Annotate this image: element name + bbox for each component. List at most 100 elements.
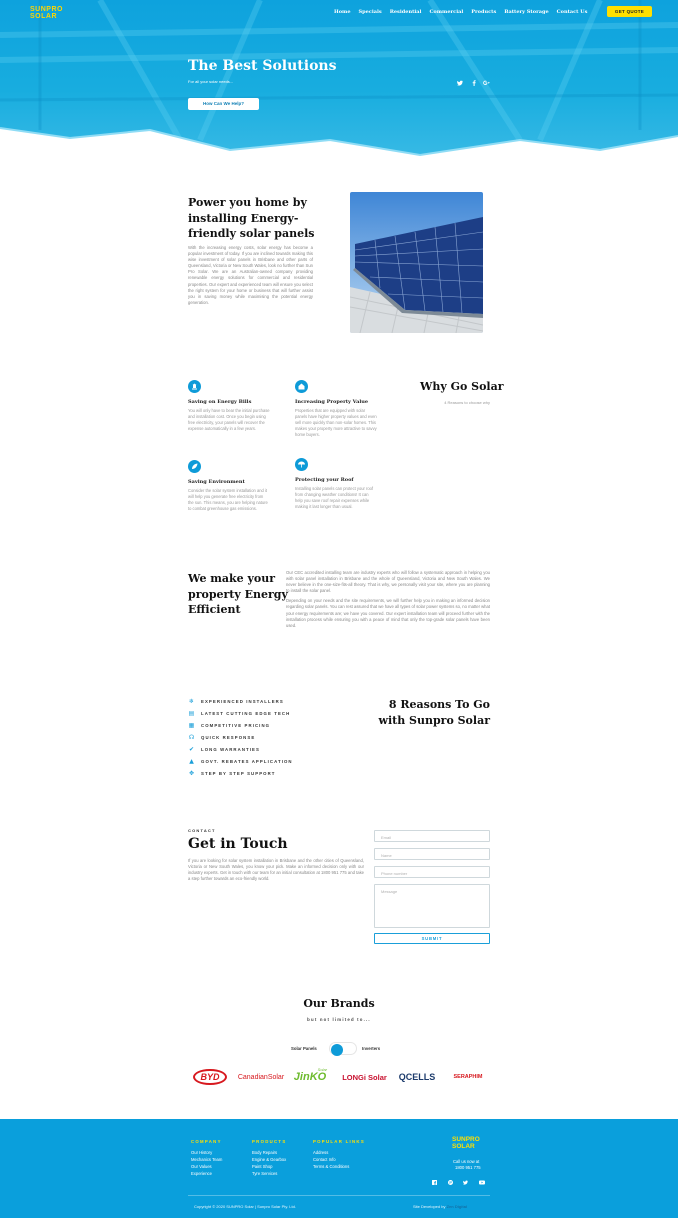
home-icon: [295, 380, 308, 393]
brands-title: Our Brands: [303, 997, 375, 1010]
footer-link[interactable]: Tyre Services: [252, 1171, 277, 1176]
facebook-icon[interactable]: [471, 80, 477, 88]
footer-link[interactable]: Our Values: [191, 1164, 212, 1169]
why-go-solar-subtitle: 4 Reasons to choose why: [444, 400, 490, 405]
footer-link[interactable]: Body Repairs: [252, 1150, 277, 1155]
developer-credit-label: Site Developed by: [413, 1204, 446, 1209]
nav-contact-us[interactable]: Contact Us: [557, 9, 588, 15]
nav-specials[interactable]: Specials: [359, 9, 382, 15]
logo-text-bottom: SOLAR: [30, 13, 57, 20]
snowflake-icon: ❄: [188, 698, 195, 705]
shield-check-icon: ✔: [188, 746, 195, 753]
footer-logo-text-bottom: SOLAR: [452, 1142, 475, 1150]
brand-logo-text: QCELLS: [398, 1072, 436, 1082]
call-label: Call us now at: [453, 1159, 480, 1164]
hero-background: [0, 0, 678, 165]
brand-logo-canadiansolar: CanadianSolar: [238, 1067, 284, 1087]
reason-item: ❄ EXPERIENCED INSTALLERS: [188, 698, 284, 705]
reason-item: ▤ LATEST CUTTING EDGE TECH: [188, 710, 290, 717]
phone-field[interactable]: Phone number: [374, 866, 490, 878]
reason-label: QUICK RESPONSE: [201, 735, 256, 740]
power-section-text: With the increasing energy costs, solar …: [188, 245, 313, 305]
nav-home[interactable]: Home: [334, 9, 351, 15]
brand-logo-text: CanadianSolar: [237, 1073, 285, 1081]
brand-logo-text: SERAPHIM: [453, 1074, 483, 1080]
footer-link[interactable]: Terms & Conditions: [313, 1164, 349, 1169]
pinterest-icon[interactable]: [448, 1180, 453, 1187]
feature-title: Saving Environment: [188, 479, 245, 485]
leaf-icon: [188, 460, 201, 473]
toggle-label-inverters[interactable]: Inverters: [362, 1046, 380, 1051]
feature-title: Protecting your Roof: [295, 477, 354, 483]
footer-link[interactable]: Engine & Gearbox: [252, 1157, 286, 1162]
nav-battery-storage[interactable]: Battery Storage: [504, 9, 548, 15]
brands-subtitle: but not limited to...: [307, 1017, 371, 1022]
footer-link[interactable]: Address: [313, 1150, 328, 1155]
footer-logo[interactable]: SUNPRO SOLAR: [452, 1136, 488, 1150]
feature-text: Installing solar panels can protect your…: [295, 486, 374, 509]
contact-title: Get in Touch: [188, 836, 288, 852]
submit-button[interactable]: SUBMIT: [374, 933, 490, 944]
footer-link[interactable]: Contact Info: [313, 1157, 336, 1162]
support-icon: ✥: [188, 770, 195, 777]
reason-label: STEP BY STEP SUPPORT: [201, 771, 276, 776]
twitter-icon[interactable]: [457, 80, 464, 88]
nav-commercial[interactable]: Commercial: [429, 9, 463, 15]
brand-logo-superscript: Solar: [317, 1067, 327, 1072]
email-field[interactable]: Email: [374, 830, 490, 842]
power-section-title: Power you home by installing Energy-frie…: [188, 196, 315, 240]
brand-type-toggle[interactable]: [329, 1042, 357, 1056]
reason-item: ▦ COMPETITIVE PRICING: [188, 722, 270, 729]
reason-item: ✔ LONG WARRANTIES: [188, 746, 260, 753]
footer-heading-company: COMPANY: [191, 1139, 222, 1144]
nav-residential[interactable]: Residential: [390, 9, 422, 15]
logo-text-top: SUNPRO: [30, 6, 63, 13]
logo[interactable]: SUNPRO SOLAR: [30, 6, 70, 20]
toggle-label-solar-panels[interactable]: Solar Panels: [291, 1046, 317, 1051]
solar-panel-icon: ▤: [188, 710, 195, 717]
developer-credit: Site Developed by Zen Digital: [413, 1204, 467, 1209]
solar-panel-image: [350, 192, 483, 333]
footer-divider: [188, 1195, 490, 1196]
youtube-icon[interactable]: [479, 1180, 485, 1187]
efficient-section-title: We make your property Energy Efficient: [188, 572, 288, 616]
reason-item: ☊ QUICK RESPONSE: [188, 734, 255, 741]
twitter-icon[interactable]: [463, 1180, 469, 1187]
footer-link[interactable]: Our History: [191, 1150, 212, 1155]
copyright-text: Copyright © 2020 SUNPRO Solar | Sunpro S…: [194, 1204, 296, 1209]
umbrella-icon: [295, 458, 308, 471]
footer-link[interactable]: Paint Shop: [252, 1164, 273, 1169]
brand-logo-jinko: JinKO Solar: [291, 1067, 329, 1087]
feature-text: Properties that are equipped with solar …: [295, 408, 377, 437]
contact-label: CONTACT: [188, 828, 216, 833]
developer-link[interactable]: Zen Digital: [447, 1204, 467, 1209]
message-field[interactable]: Message: [374, 884, 490, 928]
reason-label: COMPETITIVE PRICING: [201, 723, 271, 728]
nav-products[interactable]: Products: [471, 9, 496, 15]
efficient-paragraph-2: Depending on your needs and the site req…: [286, 598, 490, 628]
reason-label: LONG WARRANTIES: [201, 747, 260, 752]
footer-heading-products: PRODUCTS: [252, 1139, 287, 1144]
reason-label: GOVT. REBATES APPLICATION: [201, 759, 293, 764]
hero-subtitle: For all your solar needs...: [188, 79, 234, 84]
facebook-icon[interactable]: [432, 1180, 437, 1187]
google-plus-icon[interactable]: [483, 80, 490, 88]
savings-icon: [188, 380, 201, 393]
brand-logo-qcells: QCELLS: [394, 1067, 440, 1087]
footer-heading-popular-links: POPULAR LINKS: [313, 1139, 365, 1144]
brand-logo-text: BYD: [193, 1069, 227, 1085]
headset-icon: ☊: [188, 734, 195, 741]
feature-text: You will only have to bear the initial p…: [188, 408, 270, 431]
name-field[interactable]: Name: [374, 848, 490, 860]
brand-logo-text: LONGi Solar: [342, 1072, 387, 1082]
price-icon: ▦: [188, 722, 195, 729]
main-nav: Home Specials Residential Commercial Pro…: [334, 9, 595, 15]
brand-logo-text: JinKO: [293, 1071, 327, 1083]
footer-link[interactable]: Experience: [191, 1171, 212, 1176]
reason-label: EXPERIENCED INSTALLERS: [201, 699, 284, 704]
footer-link[interactable]: Mechanics Team: [191, 1157, 222, 1162]
how-can-we-help-button[interactable]: How Can We Help?: [188, 98, 259, 110]
get-quote-button[interactable]: GET QUOTE: [607, 6, 652, 17]
footer-phone[interactable]: 1800 951 775: [455, 1165, 481, 1170]
toggle-knob: [331, 1043, 343, 1056]
